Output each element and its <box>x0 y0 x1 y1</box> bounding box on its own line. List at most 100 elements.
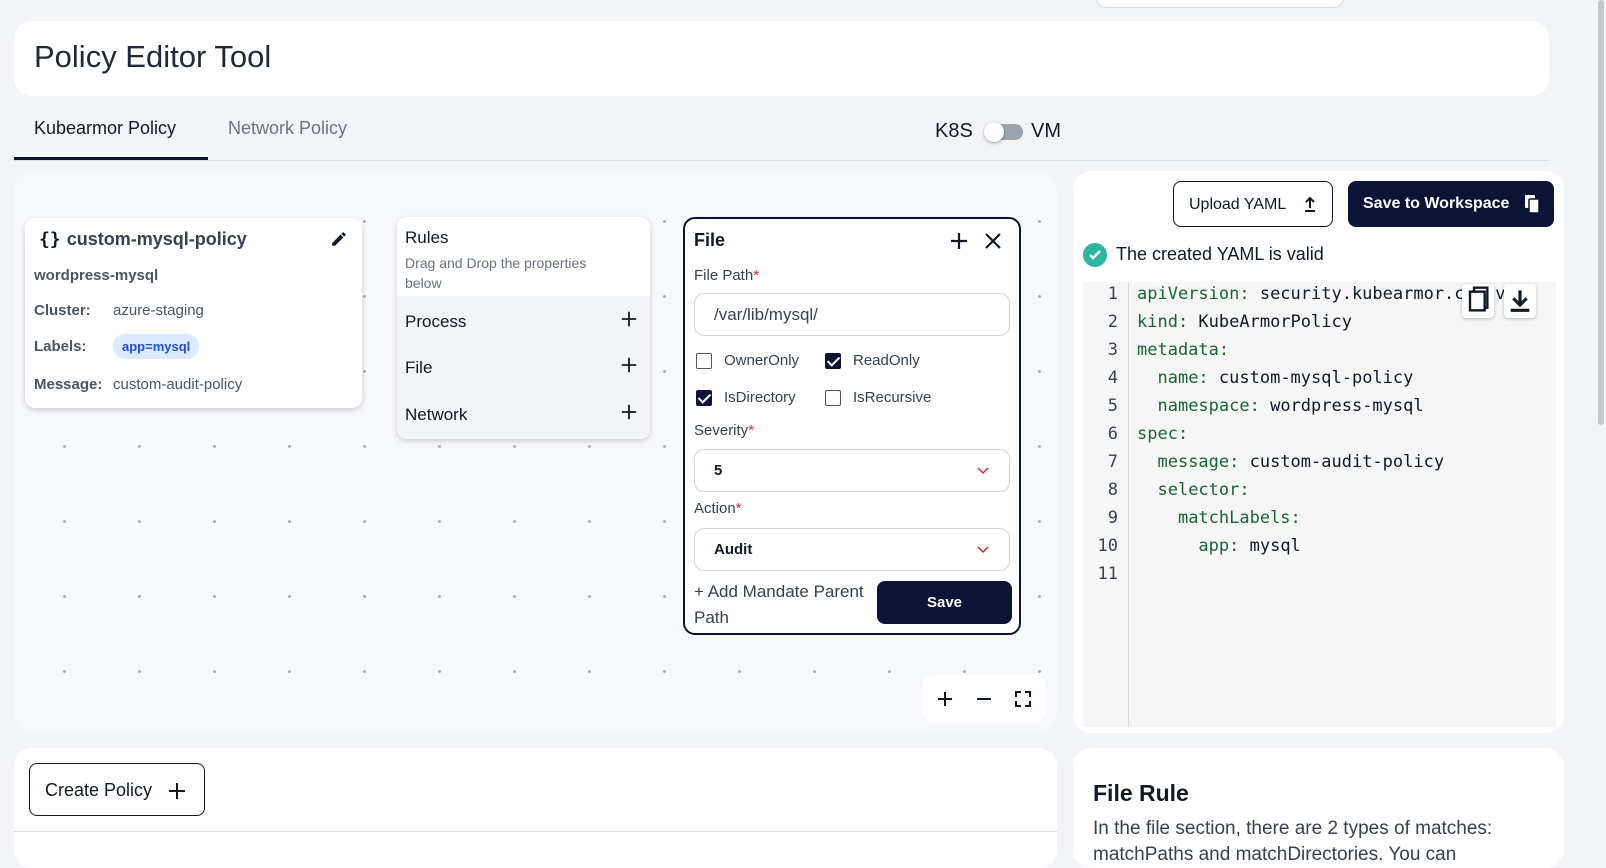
message-row: Message: custom-audit-policy <box>34 376 242 393</box>
yaml-line: selector: <box>1157 480 1250 500</box>
top-partial-box <box>1095 0 1345 8</box>
fullscreen-icon[interactable] <box>1013 689 1033 709</box>
upload-icon <box>1305 196 1315 212</box>
yaml-line: metadata: <box>1137 340 1230 360</box>
env-toggle-knob[interactable] <box>984 122 1004 142</box>
is-recursive-checkbox[interactable] <box>825 390 841 406</box>
active-tab-indicator <box>14 157 208 160</box>
upload-yaml-button[interactable]: Upload YAML <box>1173 181 1333 227</box>
action-value: Audit <box>714 541 753 558</box>
zoom-in-icon[interactable] <box>935 689 955 709</box>
close-icon[interactable] <box>983 231 1003 251</box>
rule-item-file[interactable]: File <box>405 358 432 378</box>
read-only-checkbox[interactable] <box>825 353 841 369</box>
yaml-line: matchLabels: <box>1177 508 1301 528</box>
rules-node[interactable]: Rules Drag and Drop the properties below… <box>397 217 650 439</box>
label-badge: app=mysql <box>113 334 200 359</box>
policy-list-divider <box>14 831 1057 832</box>
yaml-line: spec: <box>1137 424 1189 444</box>
yaml-line: message: custom-audit-policy <box>1157 452 1445 472</box>
braces-icon: {} <box>39 229 61 250</box>
policy-name: custom-mysql-policy <box>66 229 247 249</box>
file-path-value: /var/lib/mysql/ <box>714 305 818 324</box>
plus-icon <box>169 783 185 799</box>
rules-header: Rules Drag and Drop the properties below <box>397 217 650 296</box>
line-number: 6 <box>1107 424 1118 444</box>
rule-item-process[interactable]: Process <box>405 312 466 332</box>
plus-icon[interactable] <box>620 403 638 421</box>
copy-icon[interactable] <box>1462 284 1494 318</box>
is-recursive-label: IsRecursive <box>853 389 932 406</box>
action-select[interactable]: Audit <box>694 528 1010 571</box>
line-number: 2 <box>1107 312 1118 332</box>
line-number-gutter: 1 2 3 4 5 6 7 8 9 10 11 <box>1083 282 1129 727</box>
file-path-label: File Path* <box>694 267 760 284</box>
file-rule-description: In the file section, there are 2 types o… <box>1093 818 1493 865</box>
rules-list: Process File Network <box>397 296 650 439</box>
save-to-workspace-label: Save to Workspace <box>1363 195 1510 212</box>
yaml-line: namespace: wordpress-mysql <box>1157 396 1424 416</box>
read-only-label: ReadOnly <box>853 352 920 369</box>
yaml-line: kind: KubeArmorPolicy <box>1137 312 1352 332</box>
page-scrollbar[interactable] <box>1598 0 1604 425</box>
is-directory-checkbox[interactable] <box>696 390 712 406</box>
file-node-title: File <box>694 230 726 250</box>
upload-yaml-label: Upload YAML <box>1189 196 1287 213</box>
line-number: 9 <box>1107 508 1118 528</box>
line-number: 11 <box>1097 564 1118 584</box>
tab-kubearmor-policy[interactable]: Kubearmor Policy <box>34 118 176 139</box>
severity-select[interactable]: 5 <box>694 449 1010 492</box>
cluster-value: azure-staging <box>113 302 204 319</box>
policy-node-title: {} custom-mysql-policy <box>39 229 247 250</box>
add-mandate-parent-path-link[interactable]: + Add Mandate Parent Path <box>694 579 884 631</box>
file-rule-node[interactable]: File File Path* /var/lib/mysql/ OwnerOnl… <box>683 217 1021 635</box>
file-rule-title: File Rule <box>1093 780 1189 806</box>
severity-value: 5 <box>714 462 723 479</box>
yaml-line: app: mysql <box>1198 536 1301 556</box>
tab-network-policy[interactable]: Network Policy <box>228 118 347 139</box>
toggle-label-vm: VM <box>1031 120 1061 142</box>
owner-only-label: OwnerOnly <box>724 352 800 369</box>
policy-node[interactable]: {} custom-mysql-policy wordpress-mysql Cl… <box>25 218 362 408</box>
yaml-valid-message: The created YAML is valid <box>1116 244 1324 264</box>
chevron-down-icon <box>977 546 989 554</box>
line-number: 7 <box>1107 452 1118 472</box>
zoom-controls <box>922 675 1046 723</box>
plus-icon[interactable] <box>620 356 638 374</box>
copy-document-icon <box>1525 195 1540 214</box>
yaml-line: apiVersion: security.kubearmor.com/v1 <box>1137 284 1516 304</box>
create-policy-label: Create Policy <box>45 780 153 800</box>
labels-label: Labels: <box>34 338 87 355</box>
plus-icon[interactable] <box>949 231 969 251</box>
yaml-line: name: custom-mysql-policy <box>1157 368 1414 388</box>
yaml-editor[interactable]: 1 2 3 4 5 6 7 8 9 10 11 apiVersion: security.kubea… <box>1083 282 1556 727</box>
rules-title: Rules <box>405 228 449 247</box>
is-directory-label: IsDirectory <box>724 389 796 406</box>
save-button[interactable]: Save <box>877 581 1012 624</box>
line-number: 8 <box>1107 480 1118 500</box>
check-circle-icon <box>1083 243 1107 267</box>
cluster-row: Cluster: azure-staging <box>34 302 204 319</box>
plus-icon[interactable] <box>620 310 638 328</box>
file-path-input[interactable]: /var/lib/mysql/ <box>694 293 1010 336</box>
page-title: Policy Editor Tool <box>34 39 272 74</box>
chevron-down-icon <box>977 467 989 475</box>
create-policy-button[interactable]: Create Policy <box>29 763 205 816</box>
message-label: Message: <box>34 376 103 393</box>
zoom-out-icon[interactable] <box>974 689 994 709</box>
line-number: 5 <box>1107 396 1118 416</box>
rule-item-network[interactable]: Network <box>405 405 467 425</box>
save-to-workspace-button[interactable]: Save to Workspace <box>1348 181 1554 227</box>
edit-icon[interactable] <box>330 230 348 248</box>
toggle-label-k8s: K8S <box>935 120 973 142</box>
download-icon[interactable] <box>1504 284 1536 318</box>
policy-namespace: wordpress-mysql <box>34 267 159 284</box>
rules-subtitle: Drag and Drop the properties below <box>405 255 587 291</box>
severity-label: Severity* <box>694 422 755 439</box>
owner-only-checkbox[interactable] <box>696 353 712 369</box>
cluster-label: Cluster: <box>34 302 91 319</box>
line-number: 4 <box>1107 368 1118 388</box>
message-value: custom-audit-policy <box>113 376 243 393</box>
labels-row: Labels: app=mysql <box>34 334 200 359</box>
line-number: 1 <box>1107 284 1118 304</box>
